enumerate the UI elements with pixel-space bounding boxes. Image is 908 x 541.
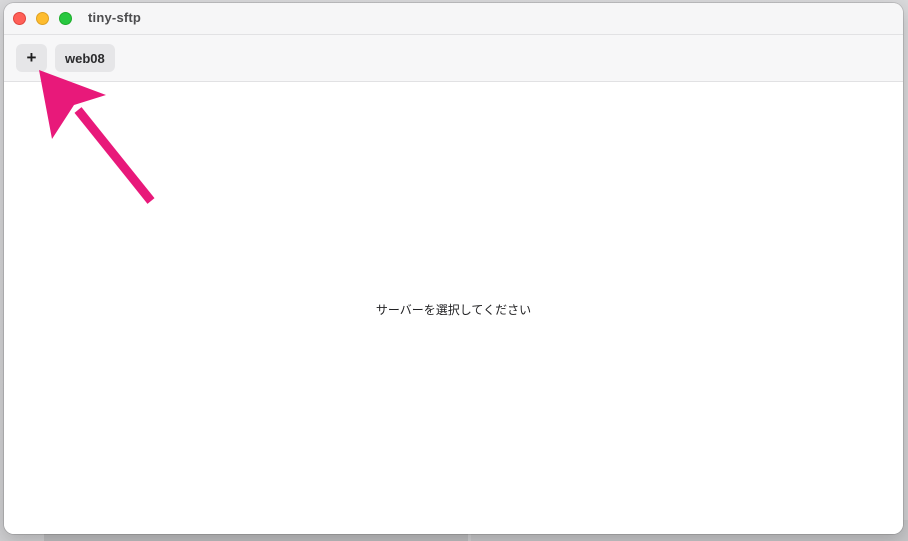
add-server-button[interactable]: +: [16, 44, 47, 72]
minimize-window-button[interactable]: [36, 12, 49, 25]
server-toolbar: + web08: [4, 35, 903, 82]
maximize-window-button[interactable]: [59, 12, 72, 25]
app-window: tiny-sftp + web08 サーバーを選択してください: [4, 3, 903, 534]
window-title: tiny-sftp: [88, 10, 142, 25]
main-content: サーバーを選択してください: [4, 82, 903, 534]
empty-state-message: サーバーを選択してください: [375, 303, 532, 317]
close-window-button[interactable]: [13, 12, 26, 25]
title-bar: tiny-sftp: [4, 3, 903, 35]
server-tab-web08[interactable]: web08: [55, 44, 115, 72]
